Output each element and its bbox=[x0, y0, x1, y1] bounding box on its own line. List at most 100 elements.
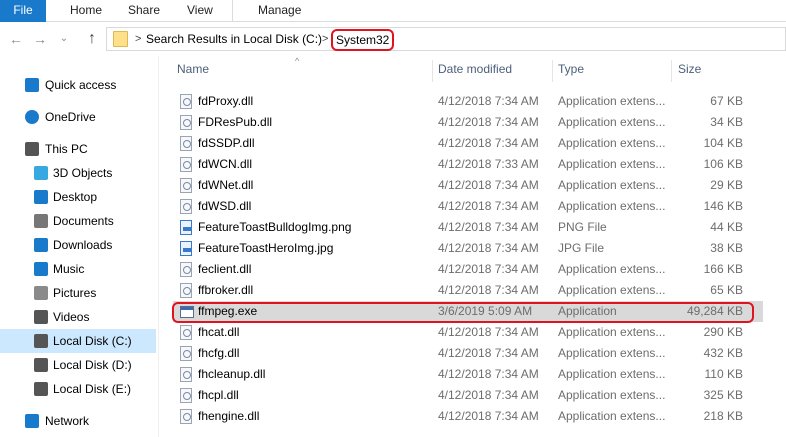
file-type: Application extens... bbox=[558, 199, 666, 213]
chevron-right-icon[interactable]: > bbox=[135, 28, 141, 50]
file-date: 4/12/2018 7:34 AM bbox=[438, 388, 539, 402]
file-row[interactable]: feclient.dll 4/12/2018 7:34 AM Application… bbox=[173, 259, 763, 280]
dll-file-icon bbox=[180, 157, 192, 172]
file-size: 65 KB bbox=[710, 283, 743, 297]
download-icon bbox=[34, 238, 48, 252]
document-icon bbox=[34, 214, 48, 228]
computer-icon bbox=[25, 142, 39, 156]
sidebar-item[interactable]: Pictures bbox=[0, 281, 156, 305]
file-date: 4/12/2018 7:34 AM bbox=[438, 220, 539, 234]
file-size: 290 KB bbox=[703, 325, 743, 339]
file-type: Application extens... bbox=[558, 136, 666, 150]
tab-view[interactable]: View bbox=[187, 0, 213, 22]
file-size: 44 KB bbox=[710, 220, 743, 234]
drive-icon bbox=[34, 358, 48, 372]
sidebar-item[interactable]: Desktop bbox=[0, 185, 156, 209]
sidebar-item-label: Documents bbox=[53, 214, 114, 228]
sidebar-item[interactable]: Downloads bbox=[0, 233, 156, 257]
sidebar-item[interactable]: Network bbox=[0, 409, 156, 433]
tab-home[interactable]: Home bbox=[70, 0, 102, 22]
file-name: fdWCN.dll bbox=[198, 157, 253, 171]
sidebar-item-label: Local Disk (C:) bbox=[53, 334, 132, 348]
file-size: 146 KB bbox=[703, 199, 743, 213]
sidebar-item[interactable]: Documents bbox=[0, 209, 156, 233]
tab-manage[interactable]: Manage bbox=[258, 0, 301, 22]
file-row[interactable]: fdProxy.dll 4/12/2018 7:34 AM Application … bbox=[173, 91, 763, 112]
sidebar-item[interactable]: This PC bbox=[0, 137, 156, 161]
file-type: Application extens... bbox=[558, 283, 666, 297]
file-size: 110 KB bbox=[704, 367, 743, 381]
sidebar-item[interactable]: Music bbox=[0, 257, 156, 281]
file-type: Application extens... bbox=[558, 178, 666, 192]
dll-file-icon bbox=[180, 325, 192, 340]
file-row[interactable]: fhengine.dll 4/12/2018 7:34 AM Application… bbox=[173, 406, 763, 427]
file-date: 4/12/2018 7:34 AM bbox=[438, 409, 539, 423]
file-row[interactable]: fhcpl.dll 4/12/2018 7:34 AM Application ex… bbox=[173, 385, 763, 406]
file-row[interactable]: FeatureToastHeroImg.jpg 4/12/2018 7:34 AM… bbox=[173, 238, 763, 259]
column-header-size[interactable]: Size bbox=[678, 62, 701, 76]
sidebar-item[interactable]: Local Disk (C:) bbox=[0, 329, 156, 353]
column-divider[interactable] bbox=[552, 60, 553, 82]
tab-share[interactable]: Share bbox=[128, 0, 160, 22]
file-size: 34 KB bbox=[710, 115, 743, 129]
file-type: Application extens... bbox=[558, 325, 666, 339]
file-date: 4/12/2018 7:34 AM bbox=[438, 115, 539, 129]
file-name: feclient.dll bbox=[198, 262, 252, 276]
dll-file-icon bbox=[180, 388, 192, 403]
file-row[interactable]: fdSSDP.dll 4/12/2018 7:34 AM Application e… bbox=[173, 133, 763, 154]
vertical-scrollbar[interactable] bbox=[770, 56, 786, 437]
sidebar-item-label: Music bbox=[53, 262, 85, 276]
sidebar-item[interactable]: Quick access bbox=[0, 73, 156, 97]
file-row[interactable]: fdWCN.dll 4/12/2018 7:33 AM Application ex… bbox=[173, 154, 763, 175]
column-divider[interactable] bbox=[671, 60, 672, 82]
file-row[interactable]: fhcat.dll 4/12/2018 7:34 AM Application ex… bbox=[173, 322, 763, 343]
back-arrow-icon[interactable]: ← bbox=[8, 22, 24, 56]
recent-locations-chevron-icon[interactable]: ⌄ bbox=[56, 22, 72, 56]
dll-file-icon bbox=[180, 136, 192, 151]
highlight-outline bbox=[172, 302, 754, 323]
column-header-name[interactable]: Name bbox=[177, 62, 209, 76]
desktop-icon bbox=[34, 190, 48, 204]
file-size: 104 KB bbox=[703, 136, 743, 150]
file-name: ffbroker.dll bbox=[198, 283, 254, 297]
file-name: fdWSD.dll bbox=[198, 199, 252, 213]
image-file-icon bbox=[180, 241, 192, 256]
drive-icon bbox=[34, 382, 48, 396]
column-divider[interactable] bbox=[432, 60, 433, 82]
breadcrumb-search-results[interactable]: Search Results in Local Disk (C:) bbox=[146, 28, 322, 50]
file-row[interactable]: FDResPub.dll 4/12/2018 7:34 AM Application… bbox=[173, 112, 763, 133]
address-bar[interactable]: > Search Results in Local Disk (C:) > Sy… bbox=[106, 27, 786, 51]
breadcrumb-system32[interactable]: System32 bbox=[331, 29, 395, 51]
column-header-type[interactable]: Type bbox=[558, 62, 584, 76]
file-row[interactable]: FeatureToastBulldogImg.png 4/12/2018 7:34… bbox=[173, 217, 763, 238]
sidebar-item-label: Local Disk (E:) bbox=[53, 382, 132, 396]
file-row[interactable]: fdWNet.dll 4/12/2018 7:34 AM Application e… bbox=[173, 175, 763, 196]
file-size: 166 KB bbox=[703, 262, 743, 276]
sidebar-item[interactable]: Videos bbox=[0, 305, 156, 329]
sidebar-item[interactable]: OneDrive bbox=[0, 105, 156, 129]
tab-file[interactable]: File bbox=[0, 0, 46, 22]
navigation-pane-divider bbox=[158, 56, 159, 437]
sidebar-item-label: Network bbox=[45, 414, 90, 428]
dll-file-icon bbox=[180, 367, 192, 382]
file-type: JPG File bbox=[558, 241, 605, 255]
file-row[interactable]: fdWSD.dll 4/12/2018 7:34 AM Application ex… bbox=[173, 196, 763, 217]
chevron-right-icon[interactable]: > bbox=[322, 28, 328, 50]
cube-icon bbox=[34, 166, 48, 180]
sidebar-item[interactable]: 3D Objects bbox=[0, 161, 156, 185]
sidebar-item[interactable]: Local Disk (D:) bbox=[0, 353, 156, 377]
column-header-date[interactable]: Date modified bbox=[438, 62, 512, 76]
sidebar-item-label: OneDrive bbox=[45, 110, 96, 124]
file-row[interactable]: ffbroker.dll 4/12/2018 7:34 AM Application… bbox=[173, 280, 763, 301]
file-name: fhcfg.dll bbox=[198, 346, 240, 360]
file-date: 4/12/2018 7:34 AM bbox=[438, 325, 539, 339]
file-size: 432 KB bbox=[703, 346, 743, 360]
file-name: fhcpl.dll bbox=[198, 388, 239, 402]
sidebar-item-label: This PC bbox=[45, 142, 88, 156]
file-name: fdWNet.dll bbox=[198, 178, 254, 192]
file-row[interactable]: fhcleanup.dll 4/12/2018 7:34 AM Applicatio… bbox=[173, 364, 763, 385]
up-arrow-icon[interactable]: ↑ bbox=[84, 22, 100, 56]
file-row[interactable]: fhcfg.dll 4/12/2018 7:34 AM Application ex… bbox=[173, 343, 763, 364]
forward-arrow-icon[interactable]: → bbox=[32, 22, 48, 56]
sidebar-item[interactable]: Local Disk (E:) bbox=[0, 377, 156, 401]
